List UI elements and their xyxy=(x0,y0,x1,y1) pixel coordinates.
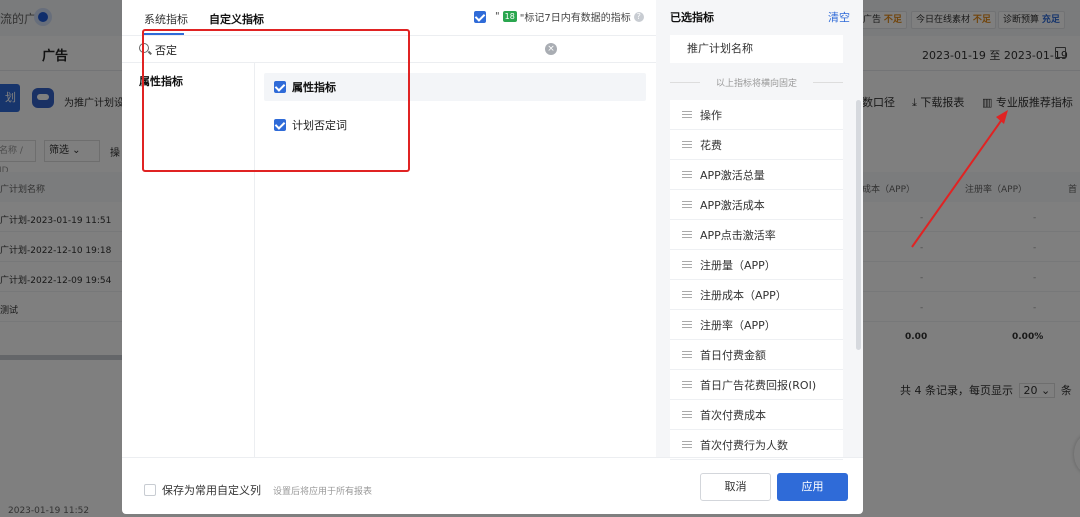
selected-item[interactable]: 首次付费成本 xyxy=(670,400,843,430)
tab-custom-metrics[interactable]: 自定义指标 xyxy=(209,11,264,27)
drag-handle-icon[interactable] xyxy=(682,111,692,118)
save-label: 保存为常用自定义列 xyxy=(162,484,261,497)
apply-button[interactable]: 应用 xyxy=(777,473,848,501)
selected-item[interactable]: 首次付费行为人数 xyxy=(670,430,843,460)
mark7-label: "标记7日内有数据的指标 xyxy=(519,13,631,24)
selected-item[interactable]: 首日广告花费回报(ROI) xyxy=(670,370,843,400)
clear-selected-link[interactable]: 清空 xyxy=(828,9,850,25)
checkbox-unchecked-icon[interactable] xyxy=(144,484,156,496)
selected-item-label: 首次付费行为人数 xyxy=(700,438,788,452)
selected-item-label: APP激活成本 xyxy=(700,198,765,212)
drag-handle-icon[interactable] xyxy=(682,441,692,448)
drag-handle-icon[interactable] xyxy=(682,171,692,178)
selected-item-label: APP激活总量 xyxy=(700,168,765,182)
drag-handle-icon[interactable] xyxy=(682,351,692,358)
drag-handle-icon[interactable] xyxy=(682,201,692,208)
help-icon[interactable]: ? xyxy=(633,11,644,22)
selected-item-label: 首日广告花费回报(ROI) xyxy=(700,378,817,392)
checkbox-checked-icon[interactable] xyxy=(474,10,486,23)
metric-item-label: 计划否定词 xyxy=(292,119,347,132)
data-chip: 18 xyxy=(502,11,517,22)
drag-handle-icon[interactable] xyxy=(682,381,692,388)
mark-7day-toggle[interactable]: " 18 "标记7日内有数据的指标 ? xyxy=(474,9,644,24)
search-input[interactable] xyxy=(155,41,535,59)
selected-item[interactable]: APP激活成本 xyxy=(670,190,843,220)
selected-item[interactable]: 注册率（APP） xyxy=(670,310,843,340)
tab-system-metrics[interactable]: 系统指标 xyxy=(144,11,188,27)
selected-item[interactable]: 注册量（APP） xyxy=(670,250,843,280)
selected-item-label: 首日付费金额 xyxy=(700,348,766,362)
metric-search: × xyxy=(122,37,656,63)
checkbox-checked-icon[interactable] xyxy=(274,81,286,93)
selected-item[interactable]: APP激活总量 xyxy=(670,160,843,190)
group-attribute-metrics[interactable]: 属性指标 xyxy=(264,73,646,101)
selected-item-label: 首次付费成本 xyxy=(700,408,766,422)
selected-item[interactable]: 操作 xyxy=(670,100,843,130)
fixed-metric-item: 推广计划名称 xyxy=(670,35,843,63)
save-as-common-toggle[interactable]: 保存为常用自定义列 设置后将应用于所有报表 xyxy=(144,482,372,498)
drag-handle-icon[interactable] xyxy=(682,141,692,148)
selected-item[interactable]: APP点击激活率 xyxy=(670,220,843,250)
modal-footer: 保存为常用自定义列 设置后将应用于所有报表 取消 应用 xyxy=(122,457,863,514)
drag-handle-icon[interactable] xyxy=(682,321,692,328)
selected-title: 已选指标 xyxy=(670,11,714,24)
selected-item[interactable]: 花费 xyxy=(670,130,843,160)
drag-handle-icon[interactable] xyxy=(682,291,692,298)
category-list: 属性指标 xyxy=(122,63,255,457)
mark7-prefix: " xyxy=(495,11,500,22)
selected-item-label: 注册率（APP） xyxy=(700,318,776,332)
selected-metrics-panel: 已选指标 清空 推广计划名称 以上指标将横向固定 操作 花费 APP激活总量 A… xyxy=(656,0,863,460)
fixed-note: 以上指标将横向固定 xyxy=(670,76,843,89)
selected-item-label: 花费 xyxy=(700,138,722,152)
selected-item-label: 注册成本（APP） xyxy=(700,288,787,302)
selected-item[interactable]: 注册成本（APP） xyxy=(670,280,843,310)
custom-columns-modal: 系统指标 自定义指标 "18"标记7日内有数据的指标 ? × 属性指标 属性指标… xyxy=(122,0,863,514)
selected-item[interactable]: 首日付费金额 xyxy=(670,340,843,370)
selected-item-label: APP点击激活率 xyxy=(700,228,776,242)
drag-handle-icon[interactable] xyxy=(682,231,692,238)
metric-item-plan-negative-words[interactable]: 计划否定词 xyxy=(264,113,347,137)
selected-item-label: 操作 xyxy=(700,108,722,122)
metric-tabs: 系统指标 自定义指标 " 18 "标记7日内有数据的指标 ? xyxy=(122,0,656,36)
category-attribute[interactable]: 属性指标 xyxy=(139,73,183,89)
cancel-button[interactable]: 取消 xyxy=(700,473,771,501)
selected-list: 操作 花费 APP激活总量 APP激活成本 APP点击激活率 注册量（APP） … xyxy=(670,100,843,460)
selected-scrollbar[interactable] xyxy=(856,100,861,350)
clear-search-icon[interactable]: × xyxy=(545,43,557,55)
drag-handle-icon[interactable] xyxy=(682,411,692,418)
selected-item-label: 注册量（APP） xyxy=(700,258,776,272)
group-label: 属性指标 xyxy=(292,81,336,94)
search-icon xyxy=(139,43,149,53)
drag-handle-icon[interactable] xyxy=(682,261,692,268)
metric-options: 属性指标 计划否定词 xyxy=(256,63,656,457)
checkbox-checked-icon[interactable] xyxy=(274,119,286,131)
active-tab-indicator xyxy=(144,33,184,35)
save-hint: 设置后将应用于所有报表 xyxy=(273,486,373,497)
